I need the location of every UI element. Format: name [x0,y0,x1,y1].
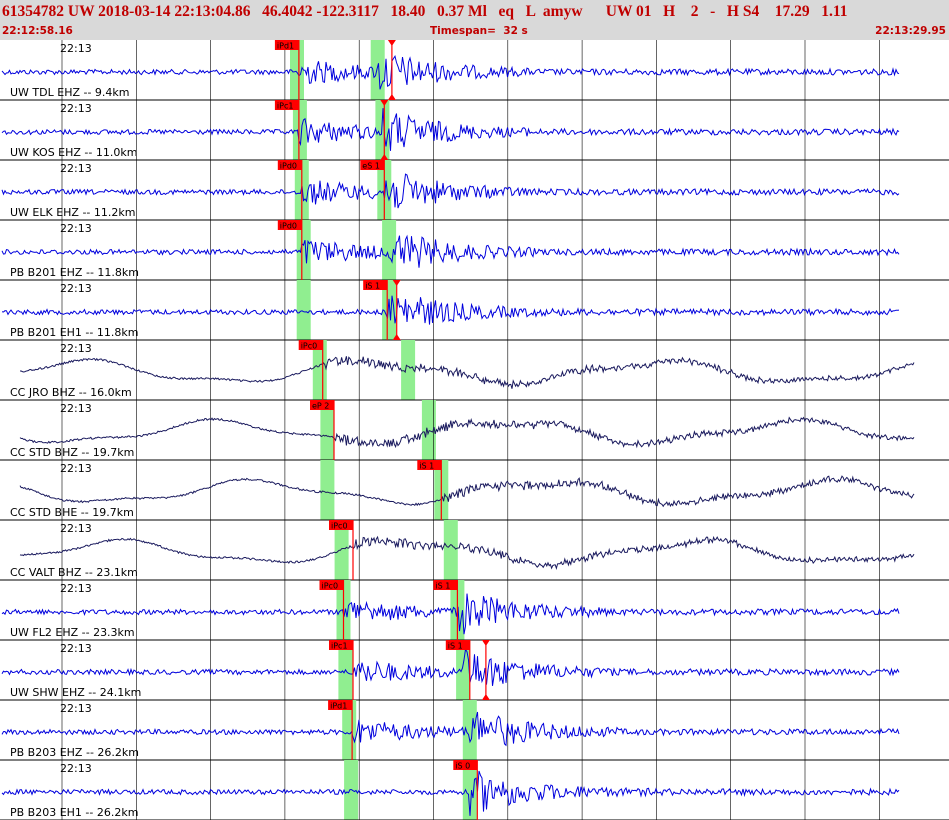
event-header: 61354782 UW 2018-03-14 22:13:04.86 46.40… [0,0,949,40]
pick-window-7-0 [320,460,335,520]
time-mark-label: 22:13 [60,762,92,775]
time-mark-label: 22:13 [60,42,92,55]
station-label[interactable]: PB B203 EH1 -- 26.2km [10,806,138,819]
time-mark-label: 22:13 [60,162,92,175]
station-label[interactable]: CC VALT BHZ -- 23.1km [10,566,138,579]
waveform-trace [20,356,915,389]
pick-label[interactable]: iPc0 [322,582,339,591]
pick-window-4-0 [296,280,311,340]
pick-label[interactable]: iS 0 [455,762,470,771]
time-mark-label: 22:13 [60,642,92,655]
waveform-trace [19,416,915,449]
pick-label[interactable]: iPd0 [280,222,297,231]
pick-label[interactable]: iS 1 [419,462,434,471]
time-mark-label: 22:13 [60,402,92,415]
station-label[interactable]: PB B201 EH1 -- 11.8km [10,326,138,339]
time-mark-label: 22:13 [60,342,92,355]
end-time: 22:13:29.95 [875,25,946,37]
station-label[interactable]: UW TDL EHZ -- 9.4km [10,86,130,99]
pick-label[interactable]: iPd1 [330,702,347,711]
pick-marker-bottom[interactable] [481,694,490,700]
pick-label[interactable]: iPc0 [301,342,318,351]
station-label[interactable]: CC JRO BHZ -- 16.0km [10,386,132,399]
time-mark-label: 22:13 [60,282,92,295]
time-mark-label: 22:13 [60,702,92,715]
station-label[interactable]: UW SHW EHZ -- 24.1km [10,686,141,699]
pick-marker-top[interactable] [387,40,396,46]
pick-label[interactable]: eS 1 [362,162,380,171]
station-label[interactable]: PB B203 EHZ -- 26.2km [10,746,139,759]
start-time: 22:12:58.16 [2,25,73,37]
pick-window-1-1 [375,100,390,160]
timespan: Timespan= 32 s [430,25,528,37]
pick-label[interactable]: iPd0 [280,162,297,171]
pick-window-8-1 [443,520,458,580]
pick-marker-bottom[interactable] [387,94,396,100]
pick-label[interactable]: iS 1 [448,642,463,651]
pick-label[interactable]: iS 1 [435,582,450,591]
pick-label[interactable]: iPc1 [331,642,348,651]
time-mark-label: 22:13 [60,102,92,115]
station-label[interactable]: CC STD BHE -- 19.7km [10,506,134,519]
waveform-trace [19,535,915,571]
pick-marker-top[interactable] [481,640,490,646]
time-mark-label: 22:13 [60,522,92,535]
waveform-trace [19,475,915,508]
seismogram-panel[interactable]: iPd1 22:13 UW TDL EHZ -- 9.4km iPc1 22:13 UW … [0,40,949,820]
station-label[interactable]: UW KOS EHZ -- 11.0km [10,146,137,159]
pick-label[interactable]: iS 1 [365,282,380,291]
station-label[interactable]: PB B201 EHZ -- 11.8km [10,266,139,279]
event-title: 61354782 UW 2018-03-14 22:13:04.86 46.40… [2,3,848,20]
pick-label[interactable]: iPc0 [331,522,348,531]
pick-label[interactable]: iPc1 [277,102,294,111]
station-label[interactable]: CC STD BHZ -- 19.7km [10,446,134,459]
seismogram-canvas[interactable]: iPd1 22:13 UW TDL EHZ -- 9.4km iPc1 22:13 UW … [0,40,949,820]
time-mark-label: 22:13 [60,462,92,475]
station-label[interactable]: UW FL2 EHZ -- 23.3km [10,626,135,639]
station-label[interactable]: UW ELK EHZ -- 11.2km [10,206,135,219]
time-mark-label: 22:13 [60,582,92,595]
time-mark-label: 22:13 [60,222,92,235]
pick-window-5-1 [401,340,416,400]
pick-label[interactable]: eP 2 [312,402,329,411]
pick-label[interactable]: iPd1 [277,42,294,51]
